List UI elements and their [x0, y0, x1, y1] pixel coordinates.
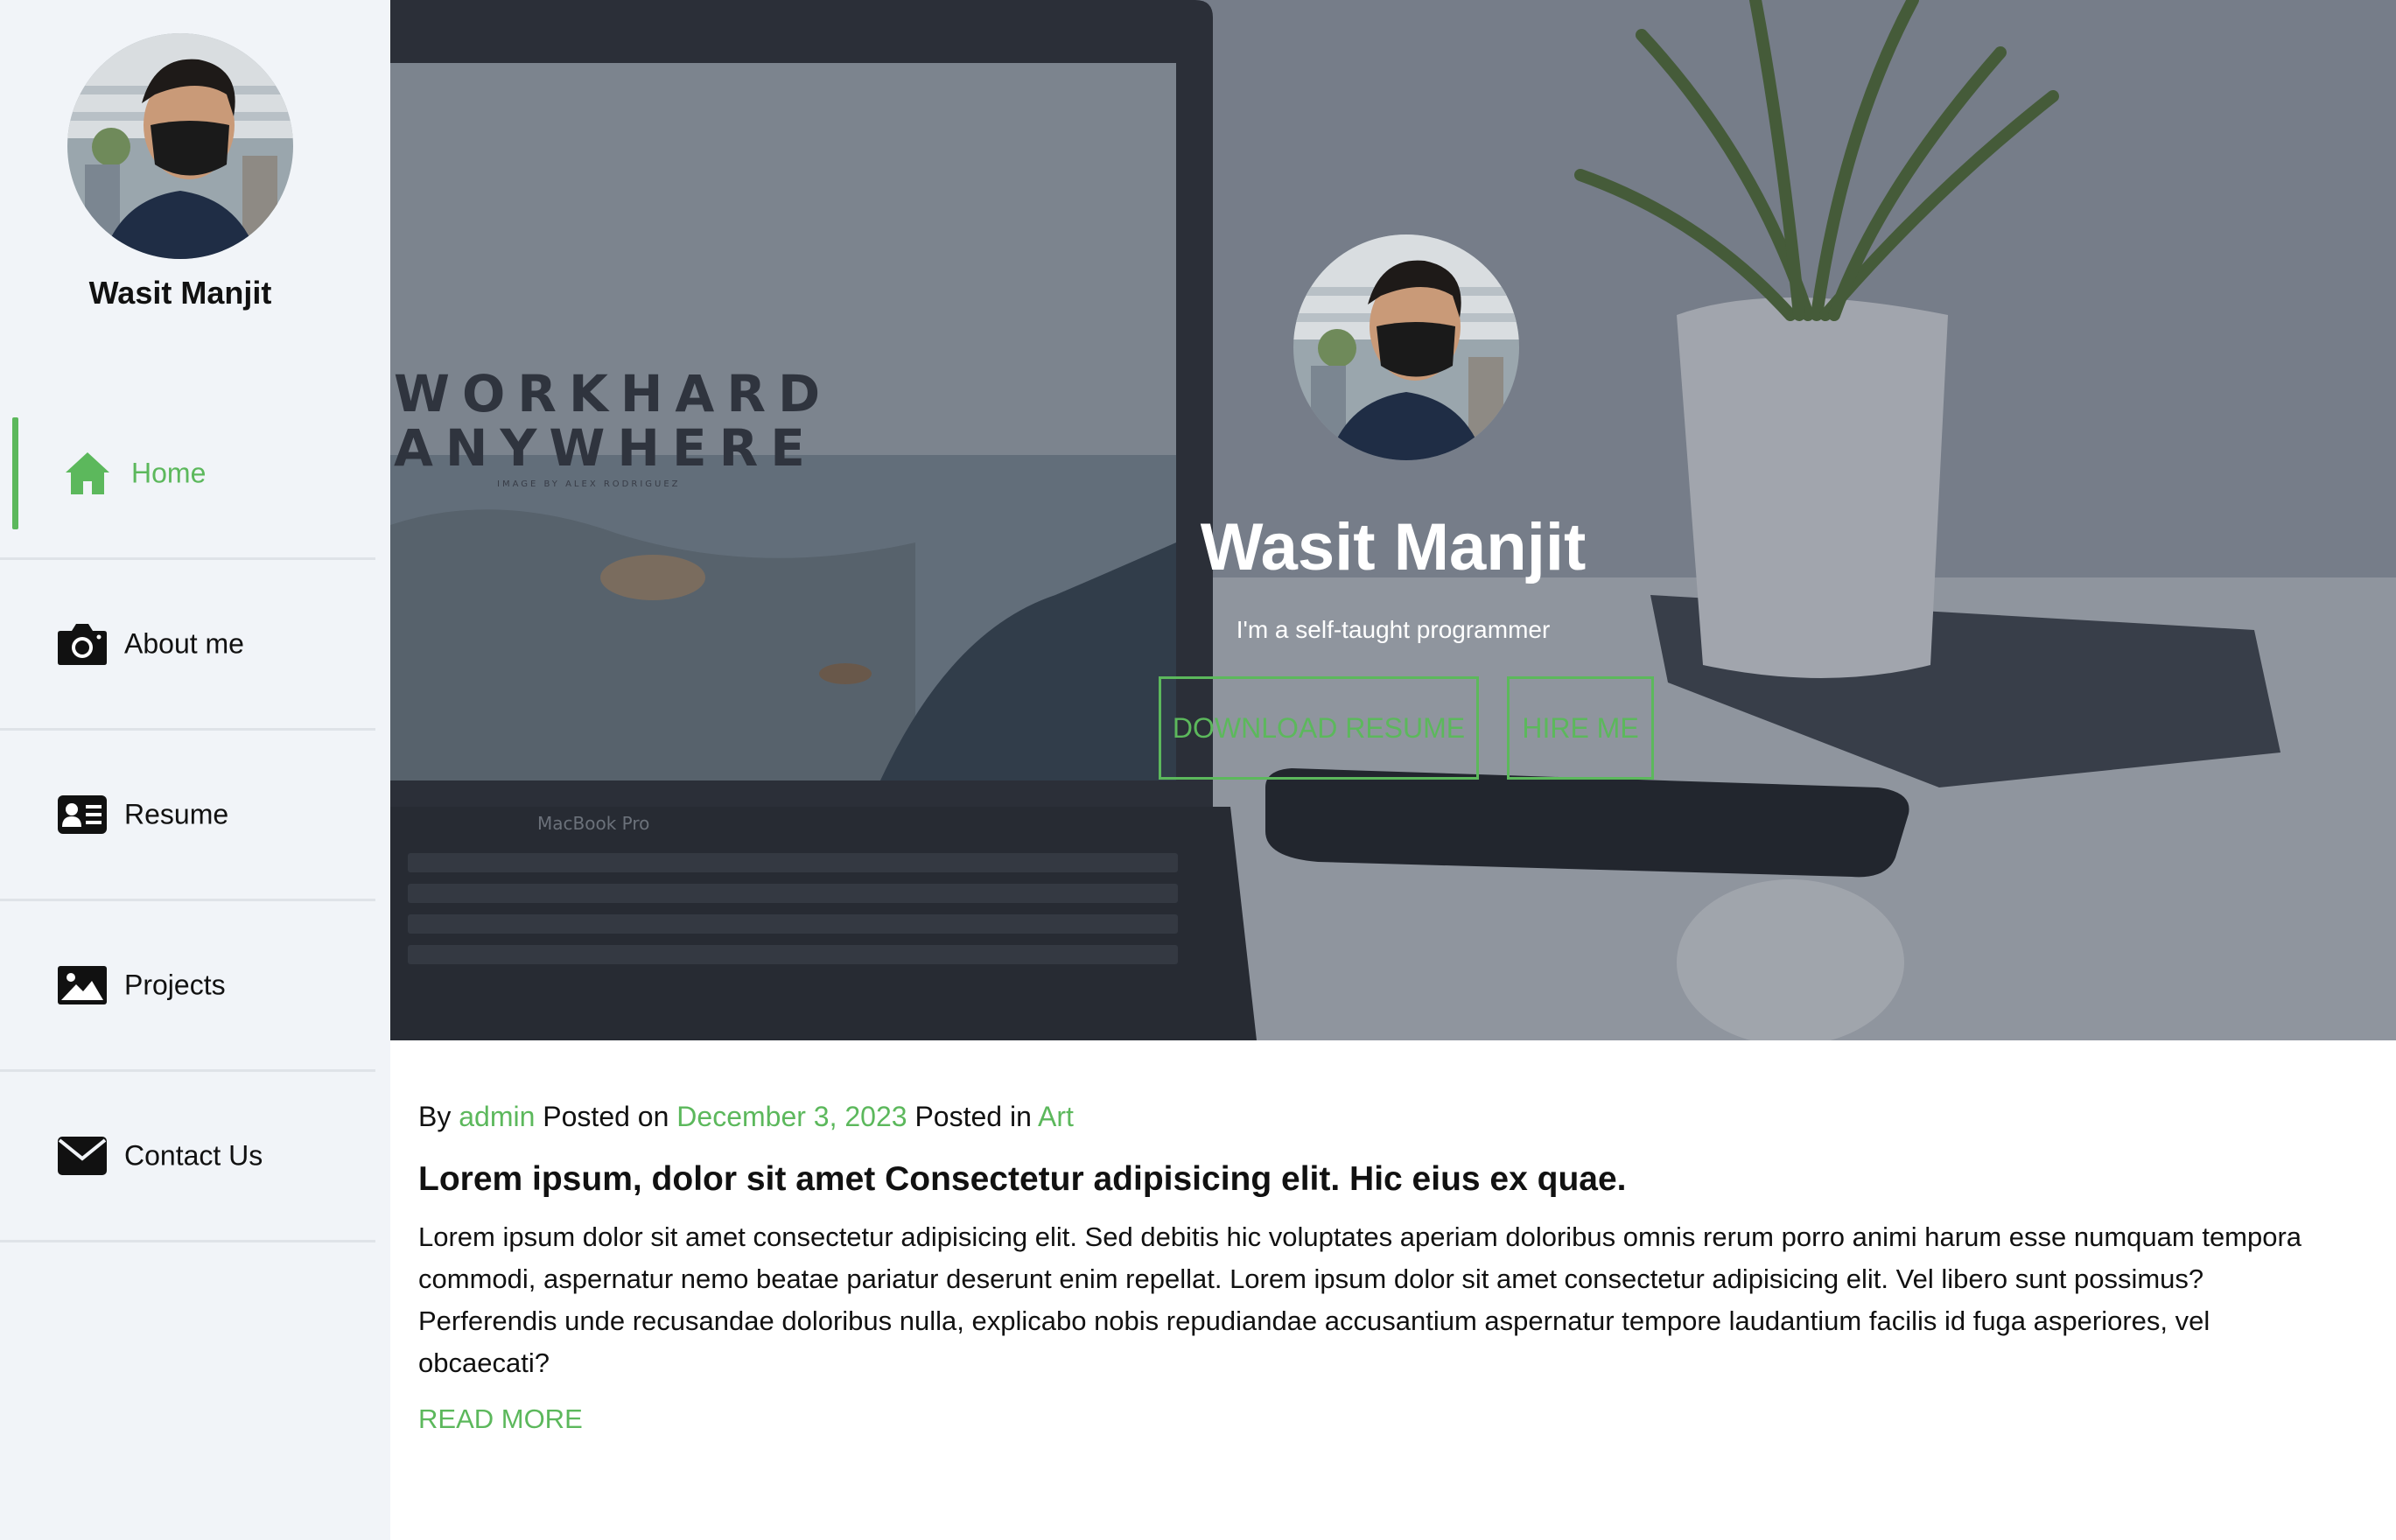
sidebar-item-label: Projects — [124, 969, 226, 1001]
sidebar-item-about[interactable]: About me — [0, 560, 375, 731]
sidebar-item-resume[interactable]: Resume — [0, 731, 375, 901]
post-date-link[interactable]: December 3, 2023 — [676, 1101, 907, 1132]
sidebar: Wasit Manjit Home About me Resume Projec… — [0, 0, 390, 1540]
by-label: By — [418, 1101, 452, 1132]
profile-name: Wasit Manjit — [88, 275, 272, 311]
id-card-icon — [56, 790, 109, 839]
hero-section: WORKHARD ANYWHERE IMAGE BY ALEX RODRIGUE… — [390, 0, 2396, 1040]
blog-post: By admin Posted on December 3, 2023 Post… — [418, 1096, 2343, 1440]
camera-icon — [56, 620, 109, 668]
home-icon — [61, 449, 114, 498]
hero-avatar — [1293, 234, 1519, 460]
sidebar-nav: Home About me Resume Projects Contact Us — [0, 389, 375, 1242]
post-excerpt: Lorem ipsum dolor sit amet consectetur a… — [418, 1222, 2302, 1378]
envelope-icon — [56, 1131, 109, 1180]
sidebar-item-home[interactable]: Home — [0, 389, 375, 560]
profile-avatar — [67, 33, 293, 259]
hero-tagline: I'm a self-taught programmer — [1236, 616, 1551, 643]
post-meta: By admin Posted on December 3, 2023 Post… — [418, 1096, 2343, 1138]
post-category-link[interactable]: Art — [1038, 1101, 1074, 1132]
sidebar-item-projects[interactable]: Projects — [0, 901, 375, 1072]
posted-in-label: Posted in — [914, 1101, 1032, 1132]
image-icon — [56, 961, 109, 1010]
sidebar-item-label: Home — [131, 457, 207, 489]
read-more-link[interactable]: READ MORE — [418, 1398, 583, 1440]
post-title: Lorem ipsum, dolor sit amet Consectetur … — [418, 1160, 1627, 1198]
sidebar-item-contact[interactable]: Contact Us — [0, 1072, 375, 1242]
hero-title: Wasit Manjit — [1200, 510, 1587, 584]
sidebar-item-label: Contact Us — [124, 1139, 263, 1172]
sidebar-item-label: Resume — [124, 798, 229, 830]
post-author-link[interactable]: admin — [459, 1101, 535, 1132]
sidebar-item-label: About me — [124, 627, 244, 660]
download-resume-button[interactable]: DOWNLOAD RESUME — [1159, 676, 1479, 780]
posted-on-label: Posted on — [543, 1101, 669, 1132]
hire-me-button[interactable]: HIRE ME — [1507, 676, 1654, 780]
